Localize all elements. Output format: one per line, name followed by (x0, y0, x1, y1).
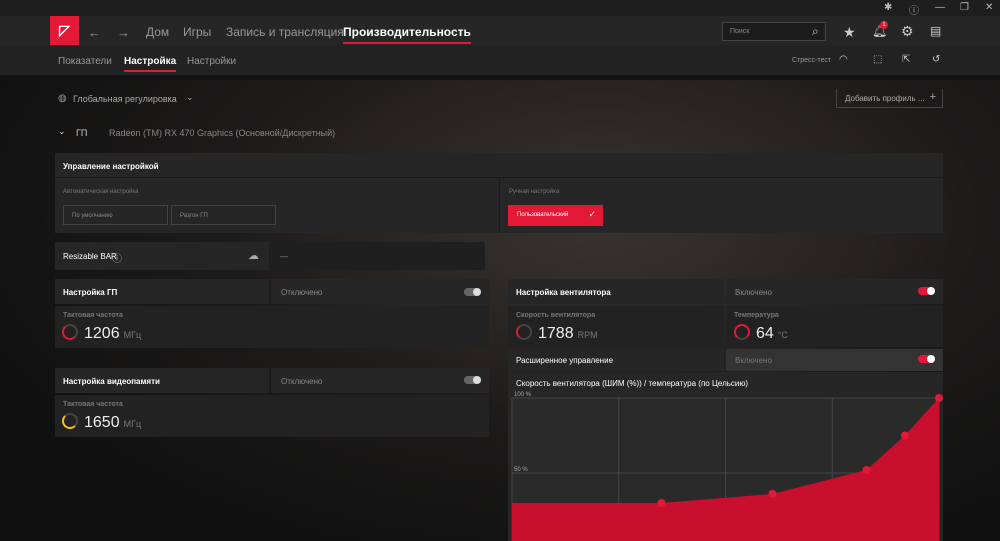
curve-point (657, 499, 666, 507)
fan-tuning-toggle[interactable] (918, 287, 935, 295)
add-profile-label: Добавить профиль ... (845, 94, 925, 103)
gpu-tuning-state: Отключено (281, 288, 323, 297)
forward-icon[interactable]: → (117, 25, 130, 40)
vram-tuning-toggle[interactable] (464, 376, 481, 384)
fan-tuning-state: Включено (735, 288, 772, 297)
temperature-value: 64 °C (756, 325, 788, 342)
vram-clock-label: Тактовая частота (63, 401, 123, 408)
nav-games[interactable]: Игры (183, 25, 211, 39)
y-tick-label: 100 % (514, 392, 532, 398)
resizable-bar-label: Resizable BAR (63, 252, 117, 261)
temperature-gauge (734, 324, 750, 340)
vram-clock-value: 1650 МГц (84, 414, 142, 431)
globe-icon: ◍ (58, 93, 67, 104)
curve-point (768, 490, 777, 498)
plus-icon: + (929, 91, 936, 103)
manual-tuning-label: Ручная настройка (509, 189, 560, 195)
collapse-chevron-icon[interactable]: ⌄ (58, 126, 66, 137)
amd-logo[interactable]: ◸ (50, 16, 79, 45)
chevron-down-icon[interactable]: ⌄ (186, 92, 194, 103)
curve-point (935, 394, 943, 402)
resizable-bar-value: — (280, 252, 288, 261)
gauge-icon[interactable]: ◠ (839, 54, 848, 65)
tab-tuning[interactable]: Настройка (124, 56, 177, 72)
stress-test-label[interactable]: Стресс-тест (792, 57, 831, 64)
minimize-icon[interactable]: — (935, 2, 945, 13)
check-icon: ✓ (588, 209, 596, 219)
gpu-clock-value: 1206 МГц (84, 325, 142, 342)
close-icon[interactable]: ✕ (985, 2, 993, 13)
gpu-clock-label: Тактовая частота (63, 312, 123, 319)
custom-option-label: Пользовательский (517, 212, 569, 218)
gpu-clock-gauge (62, 324, 78, 340)
export-icon[interactable]: ⇱ (902, 54, 910, 65)
fan-tuning-title: Настройка вентилятора (516, 288, 611, 297)
search-icon[interactable]: ⌕ (812, 24, 819, 39)
fan-speed-gauge (516, 324, 532, 340)
tab-metrics[interactable]: Показатели (58, 56, 112, 67)
help-icon[interactable]: ⓘ (909, 2, 919, 17)
advanced-control-state: Включено (735, 356, 772, 365)
nav-performance[interactable]: Производительность (343, 25, 471, 44)
profile-scope-dropdown[interactable]: Глобальная регулировка (73, 94, 177, 104)
vram-tuning-title: Настройка видеопамяти (63, 377, 160, 386)
tab-settings[interactable]: Настройки (187, 56, 236, 67)
notification-badge: 1 (880, 21, 888, 29)
restore-icon[interactable]: ❐ (960, 2, 969, 13)
temperature-label: Температура (734, 312, 779, 319)
gpu-tuning-toggle[interactable] (464, 288, 481, 296)
search-input[interactable]: Поиск (722, 22, 826, 41)
add-profile-button[interactable]: Добавить профиль ... + (836, 89, 943, 108)
favorites-star-icon[interactable]: ★ (843, 24, 856, 41)
gpu-name: Radeon (TM) RX 470 Graphics (Основной/Ди… (109, 128, 336, 138)
curve-point (862, 466, 871, 474)
gear-icon[interactable]: ⚙ (901, 23, 914, 40)
import-icon[interactable]: ⬚ (873, 54, 882, 65)
reset-icon[interactable]: ↺ (932, 54, 940, 65)
vram-tuning-state: Отключено (281, 377, 323, 386)
back-icon[interactable]: ← (88, 25, 101, 40)
fan-curve-title: Скорость вентилятора (ШИМ (%)) / темпера… (516, 379, 749, 388)
gpu-tuning-title: Настройка ГП (63, 288, 118, 297)
auto-tuning-label: Автоматическая настройка (63, 189, 139, 195)
tuning-control-title: Управление настройкой (63, 162, 159, 171)
gpu-overclock-button[interactable]: Разгон ГП (171, 205, 276, 225)
gpu-label: ГП (76, 128, 88, 138)
bug-icon[interactable]: ✱ (884, 2, 892, 13)
fan-speed-value: 1788 RPM (538, 325, 598, 342)
curve-point (900, 431, 909, 440)
advanced-control-label: Расширенное управление (516, 356, 614, 365)
brain-icon: ☁ (248, 250, 259, 262)
custom-option-button[interactable]: Пользовательский ✓ (508, 205, 603, 226)
nav-record[interactable]: Запись и трансляция (226, 25, 344, 39)
fan-speed-label: Скорость вентилятора (516, 312, 596, 319)
fan-curve-chart[interactable]: 100 % 50 % (508, 390, 943, 541)
y-tick-label: 50 % (514, 467, 528, 473)
title-bar (0, 0, 1000, 16)
nav-home[interactable]: Дом (146, 25, 169, 39)
advanced-control-toggle[interactable] (918, 355, 935, 363)
default-option-button[interactable]: По умолчанию (63, 205, 168, 225)
help-circle-icon[interactable]: ⓘ (112, 250, 122, 265)
vram-clock-gauge (62, 413, 78, 429)
sidebar-toggle-icon[interactable]: ▤ (930, 24, 941, 38)
